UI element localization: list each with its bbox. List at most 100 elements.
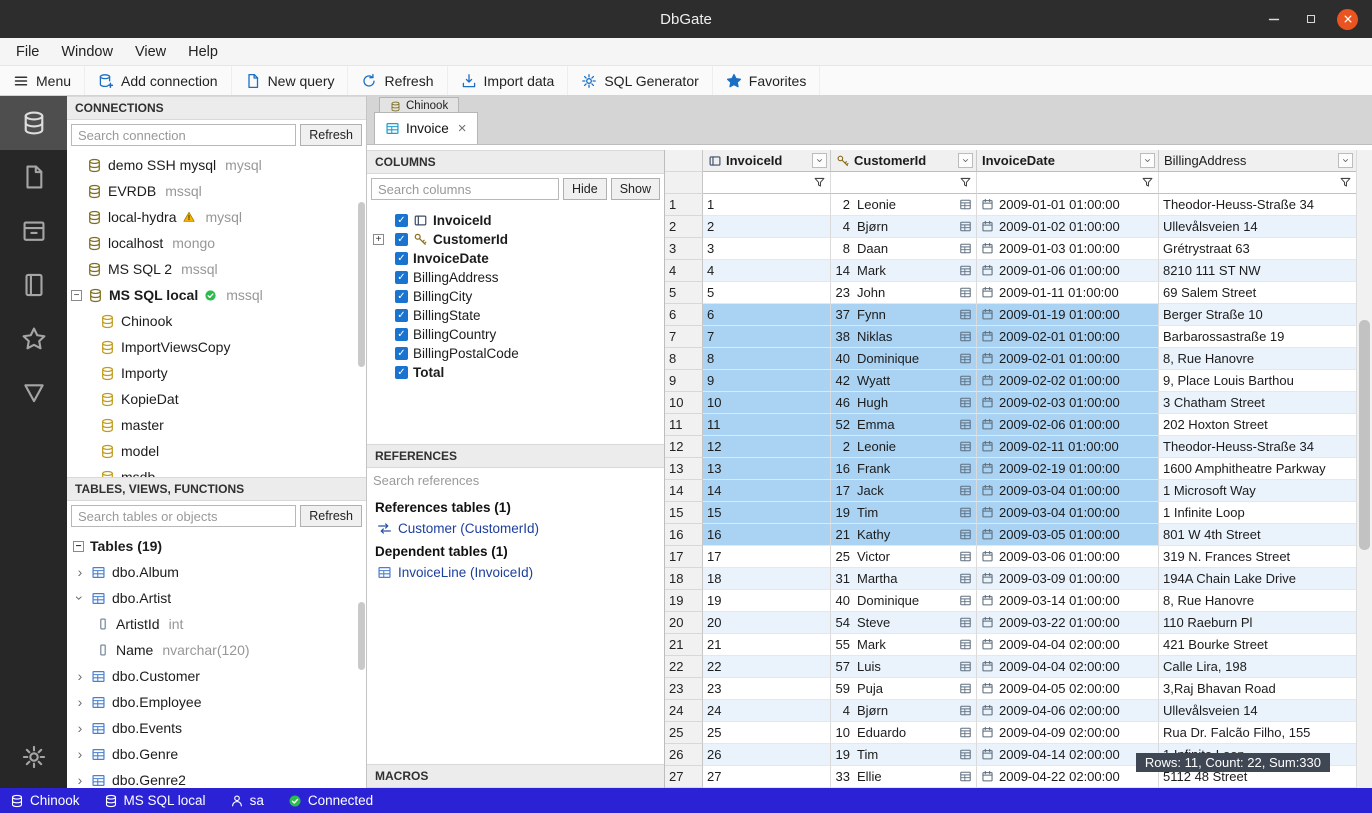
- statusbar-item-chinook[interactable]: Chinook: [10, 793, 80, 808]
- sidebar-item-files[interactable]: [0, 150, 67, 204]
- cell-invoice-date[interactable]: 2009-04-04 02:00:00: [977, 634, 1159, 656]
- cell-billing-address[interactable]: 9, Place Louis Barthou: [1159, 370, 1356, 392]
- cell-invoice-id[interactable]: 17: [703, 546, 831, 568]
- column-menu-button[interactable]: [958, 153, 973, 168]
- database-item[interactable]: ImportViewsCopy: [67, 334, 366, 360]
- tables-refresh-button[interactable]: Refresh: [300, 505, 362, 527]
- cell-invoice-id[interactable]: 12: [703, 436, 831, 458]
- column-item[interactable]: Namenvarchar(120): [67, 637, 366, 663]
- cell-customer-id[interactable]: 52Emma: [831, 414, 977, 436]
- header-cell-invoiceid[interactable]: InvoiceId: [703, 150, 831, 172]
- filter-button-invoiceid[interactable]: [813, 176, 826, 189]
- cell-invoice-id[interactable]: 4: [703, 260, 831, 282]
- row-number-cell[interactable]: 10: [665, 392, 703, 414]
- chevron-right-icon[interactable]: ›: [75, 747, 85, 761]
- cell-billing-address[interactable]: Berger Straße 10: [1159, 304, 1356, 326]
- references-search-input[interactable]: [373, 470, 658, 490]
- checkbox-checked-icon[interactable]: ✓: [395, 328, 408, 341]
- filter-input-invoicedate[interactable]: [981, 174, 1141, 192]
- database-item[interactable]: msdb: [67, 464, 366, 477]
- table-item[interactable]: ›dbo.Genre: [67, 741, 366, 767]
- row-number-cell[interactable]: 13: [665, 458, 703, 480]
- table-item[interactable]: ›dbo.Customer: [67, 663, 366, 689]
- cell-billing-address[interactable]: 110 Raeburn Pl: [1159, 612, 1356, 634]
- scrollbar-thumb[interactable]: [358, 202, 365, 367]
- connection-item[interactable]: localhostmongo: [67, 230, 366, 256]
- database-item[interactable]: Importy: [67, 360, 366, 386]
- menu-file[interactable]: File: [6, 41, 49, 63]
- filter-button-invoicedate[interactable]: [1141, 176, 1154, 189]
- cell-customer-id[interactable]: 46Hugh: [831, 392, 977, 414]
- checkbox-checked-icon[interactable]: ✓: [395, 252, 408, 265]
- cell-invoice-date[interactable]: 2009-01-11 01:00:00: [977, 282, 1159, 304]
- sidebar-item-filters[interactable]: [0, 366, 67, 420]
- table-item[interactable]: ›dbo.Genre2: [67, 767, 366, 788]
- cell-billing-address[interactable]: 8, Rue Hanovre: [1159, 348, 1356, 370]
- row-number-cell[interactable]: 12: [665, 436, 703, 458]
- column-toggle-item[interactable]: ✓BillingAddress: [367, 268, 664, 287]
- chevron-right-icon[interactable]: ›: [75, 773, 85, 787]
- cell-billing-address[interactable]: 8, Rue Hanovre: [1159, 590, 1356, 612]
- tables-group[interactable]: −Tables (19): [67, 533, 366, 559]
- checkbox-checked-icon[interactable]: ✓: [395, 366, 408, 379]
- header-cell-billingaddress[interactable]: BillingAddress: [1159, 150, 1356, 172]
- reference-link[interactable]: InvoiceLine (InvoiceId): [375, 563, 656, 582]
- cell-invoice-id[interactable]: 2: [703, 216, 831, 238]
- cell-invoice-id[interactable]: 11: [703, 414, 831, 436]
- close-button[interactable]: [1337, 9, 1358, 30]
- column-menu-button[interactable]: [812, 153, 827, 168]
- connection-item[interactable]: −MS SQL localmssql: [67, 282, 366, 308]
- checkbox-checked-icon[interactable]: ✓: [395, 347, 408, 360]
- cell-invoice-date[interactable]: 2009-03-05 01:00:00: [977, 524, 1159, 546]
- tables-search-input[interactable]: [71, 505, 296, 527]
- row-number-cell[interactable]: 5: [665, 282, 703, 304]
- row-number-cell[interactable]: 9: [665, 370, 703, 392]
- cell-invoice-id[interactable]: 14: [703, 480, 831, 502]
- row-number-cell[interactable]: 2: [665, 216, 703, 238]
- column-toggle-item[interactable]: ✓InvoiceDate: [367, 249, 664, 268]
- cell-customer-id[interactable]: 4Bjørn: [831, 216, 977, 238]
- cell-customer-id[interactable]: 8Daan: [831, 238, 977, 260]
- row-number-cell[interactable]: 14: [665, 480, 703, 502]
- row-number-cell[interactable]: 21: [665, 634, 703, 656]
- cell-customer-id[interactable]: 42Wyatt: [831, 370, 977, 392]
- row-number-cell[interactable]: 26: [665, 744, 703, 766]
- row-number-cell[interactable]: 25: [665, 722, 703, 744]
- cell-customer-id[interactable]: 55Mark: [831, 634, 977, 656]
- cell-invoice-date[interactable]: 2009-01-01 01:00:00: [977, 194, 1159, 216]
- database-item[interactable]: master: [67, 412, 366, 438]
- cell-customer-id[interactable]: 25Victor: [831, 546, 977, 568]
- cell-invoice-id[interactable]: 3: [703, 238, 831, 260]
- cell-billing-address[interactable]: 319 N. Frances Street: [1159, 546, 1356, 568]
- cell-billing-address[interactable]: Ullevålsveien 14: [1159, 216, 1356, 238]
- scrollbar-thumb[interactable]: [358, 602, 365, 670]
- minimize-button[interactable]: [1263, 9, 1284, 30]
- cell-customer-id[interactable]: 33Ellie: [831, 766, 977, 788]
- cell-billing-address[interactable]: 3,Raj Bhavan Road: [1159, 678, 1356, 700]
- cell-customer-id[interactable]: 59Puja: [831, 678, 977, 700]
- cell-billing-address[interactable]: 1 Infinite Loop: [1159, 502, 1356, 524]
- row-number-cell[interactable]: 22: [665, 656, 703, 678]
- menu-help[interactable]: Help: [178, 41, 228, 63]
- cell-invoice-id[interactable]: 13: [703, 458, 831, 480]
- cell-customer-id[interactable]: 57Luis: [831, 656, 977, 678]
- cell-customer-id[interactable]: 19Tim: [831, 502, 977, 524]
- cell-invoice-id[interactable]: 26: [703, 744, 831, 766]
- column-toggle-item[interactable]: ✓Total: [367, 363, 664, 382]
- cell-customer-id[interactable]: 2Leonie: [831, 194, 977, 216]
- cell-invoice-id[interactable]: 8: [703, 348, 831, 370]
- cell-invoice-date[interactable]: 2009-01-06 01:00:00: [977, 260, 1159, 282]
- cell-customer-id[interactable]: 10Eduardo: [831, 722, 977, 744]
- cell-billing-address[interactable]: 69 Salem Street: [1159, 282, 1356, 304]
- column-toggle-item[interactable]: ✓InvoiceId: [367, 211, 664, 230]
- collapse-toggle[interactable]: −: [71, 290, 82, 301]
- toolbar-button-refresh[interactable]: Refresh: [348, 66, 447, 95]
- column-toggle-item[interactable]: ✓BillingState: [367, 306, 664, 325]
- checkbox-checked-icon[interactable]: ✓: [395, 271, 408, 284]
- cell-invoice-id[interactable]: 15: [703, 502, 831, 524]
- tab-invoice[interactable]: Invoice ×: [374, 112, 478, 144]
- chevron-right-icon[interactable]: ›: [75, 695, 85, 709]
- reference-link[interactable]: Customer (CustomerId): [375, 519, 656, 538]
- sidebar-item-settings[interactable]: [0, 730, 67, 784]
- columns-search-input[interactable]: [371, 178, 559, 200]
